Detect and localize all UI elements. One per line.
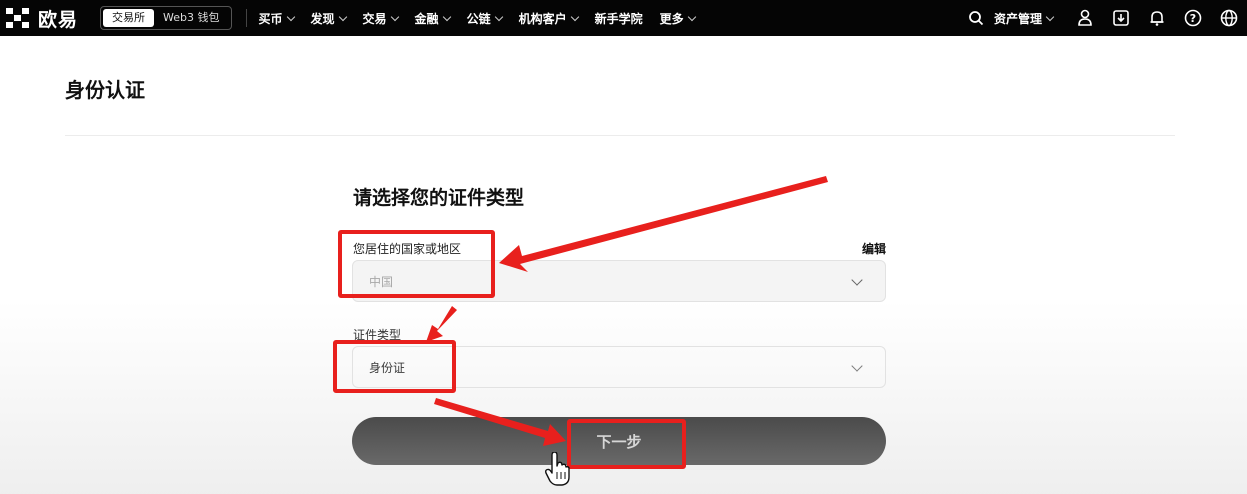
hand-cursor-icon — [545, 452, 570, 486]
arrow-to-country — [499, 176, 828, 272]
arrow-to-id-type — [426, 306, 457, 342]
arrow-to-next — [434, 398, 566, 446]
annotation-arrows — [426, 176, 828, 446]
